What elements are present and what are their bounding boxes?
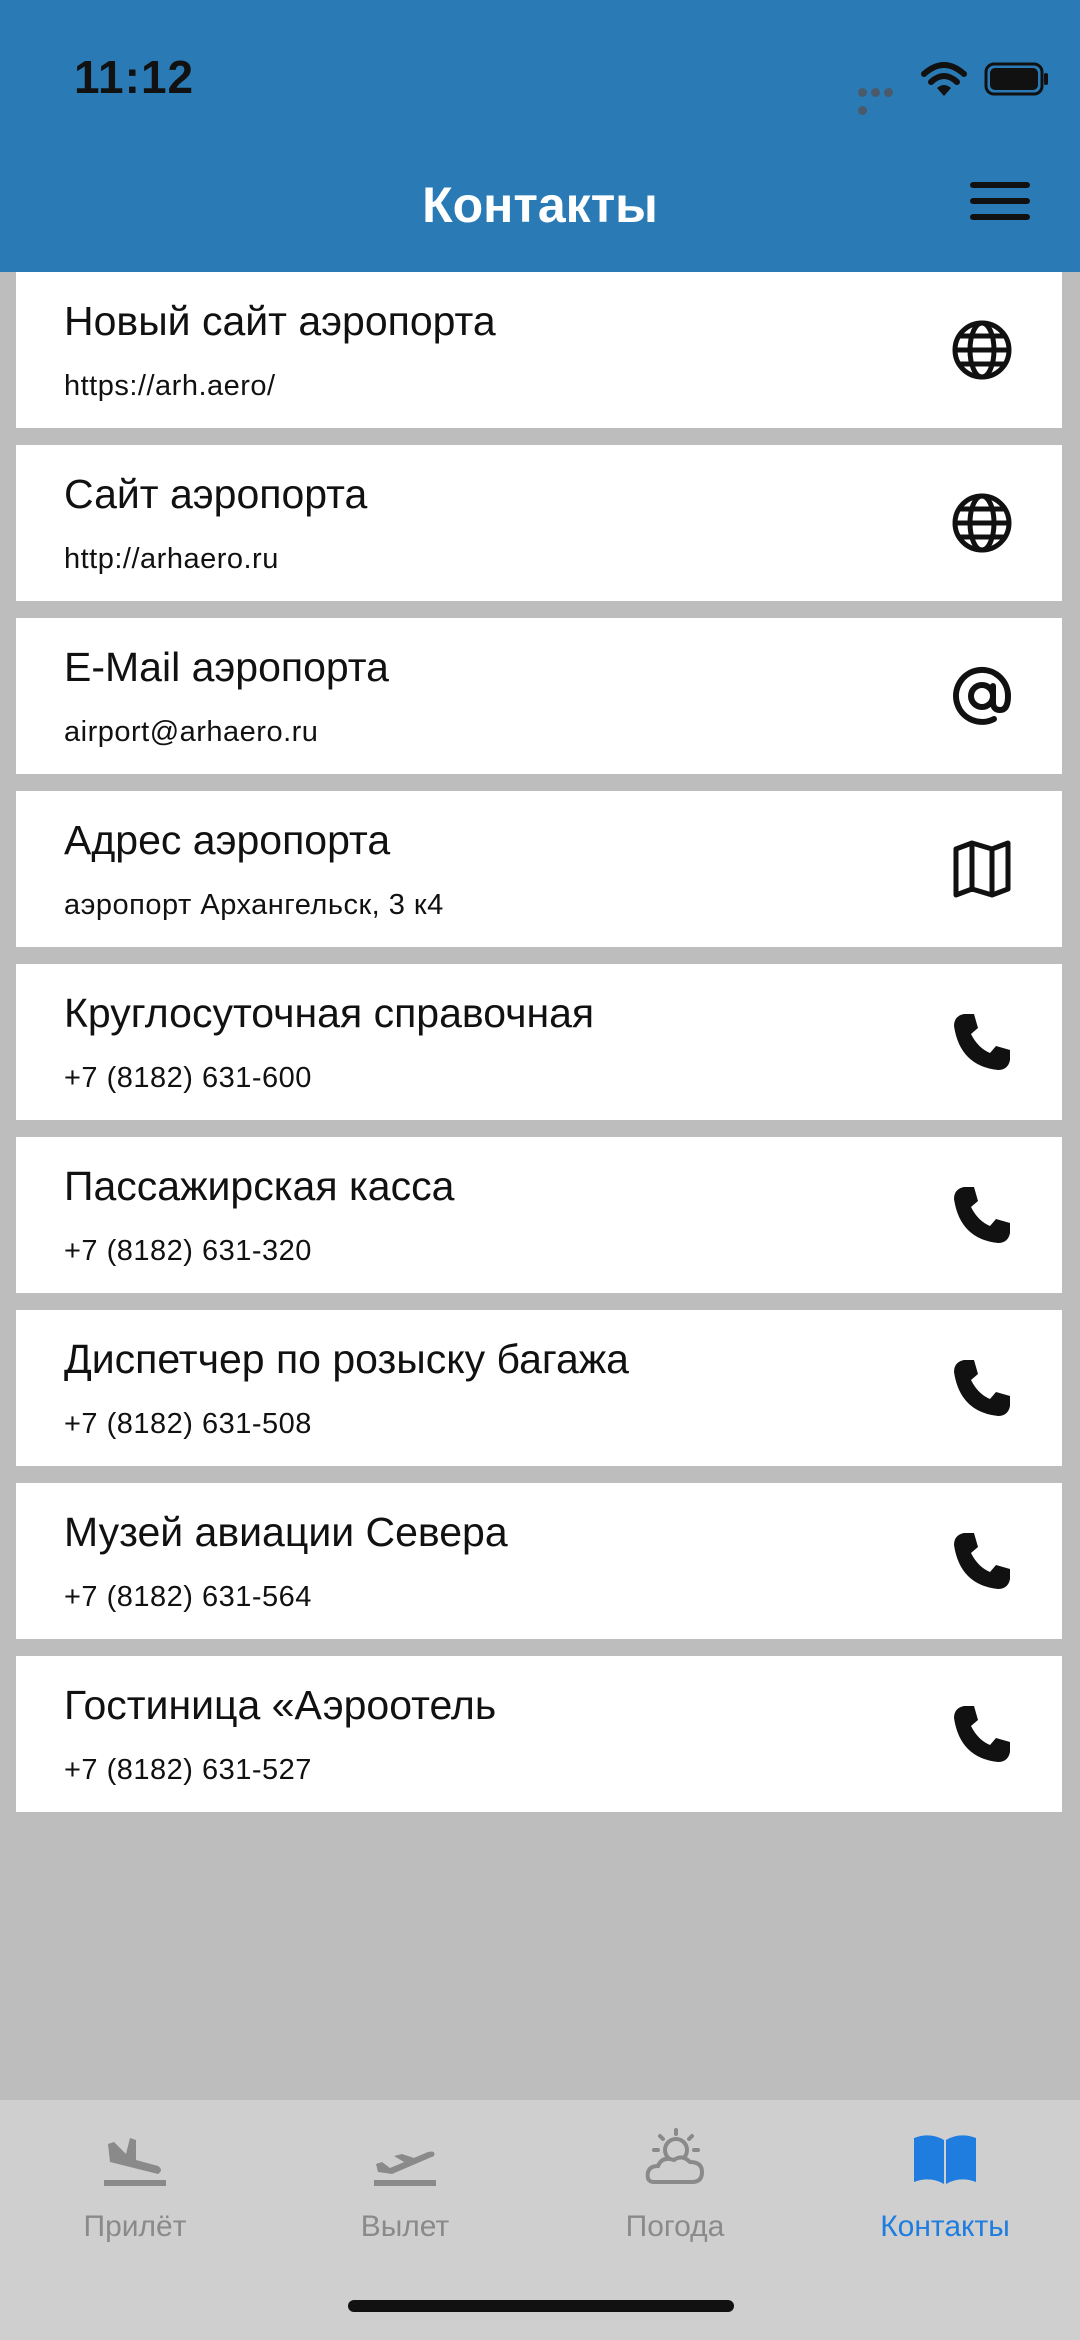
contact-item[interactable]: Музей авиации Севера +7 (8182) 631-564 bbox=[16, 1483, 1062, 1639]
tab-label: Вылет bbox=[360, 2210, 450, 2243]
contact-subtitle: https://arh.aero/ bbox=[64, 370, 276, 402]
plane-arrival-icon bbox=[104, 2138, 166, 2186]
phone-icon bbox=[954, 1187, 1010, 1243]
contact-item[interactable]: Диспетчер по розыску багажа +7 (8182) 63… bbox=[16, 1310, 1062, 1466]
contact-title: Круглосуточная справочная bbox=[64, 990, 595, 1036]
contact-item[interactable]: Круглосуточная справочная +7 (8182) 631-… bbox=[16, 964, 1062, 1120]
phone-icon bbox=[954, 1360, 1010, 1416]
contact-subtitle: +7 (8182) 631-527 bbox=[64, 1754, 312, 1786]
contact-title: E-Mail аэропорта bbox=[64, 644, 389, 690]
contact-title: Новый сайт аэропорта bbox=[64, 298, 496, 344]
contact-item[interactable]: Новый сайт аэропорта https://arh.aero/ bbox=[16, 272, 1062, 428]
page-title: Контакты bbox=[422, 177, 658, 233]
contact-subtitle: +7 (8182) 631-320 bbox=[64, 1235, 312, 1267]
contact-item[interactable]: E-Mail аэропорта airport@arhaero.ru bbox=[16, 618, 1062, 774]
contact-subtitle: +7 (8182) 631-508 bbox=[64, 1408, 312, 1440]
globe-icon bbox=[952, 493, 1012, 553]
book-icon bbox=[914, 2135, 976, 2184]
phone-icon bbox=[954, 1706, 1010, 1762]
globe-icon bbox=[952, 320, 1012, 380]
tab-contacts[interactable]: Контакты bbox=[810, 2124, 1080, 2274]
contact-title: Пассажирская касса bbox=[64, 1163, 455, 1209]
menu-button[interactable] bbox=[970, 182, 1030, 228]
map-icon bbox=[953, 840, 1011, 898]
phone-icon bbox=[954, 1014, 1010, 1070]
contact-subtitle: +7 (8182) 631-564 bbox=[64, 1581, 312, 1613]
tab-weather[interactable]: Погода bbox=[540, 2124, 810, 2274]
contact-title: Музей авиации Севера bbox=[64, 1509, 508, 1555]
contact-item[interactable]: Адрес аэропорта аэропорт Архангельск, 3 … bbox=[16, 791, 1062, 947]
contact-item[interactable]: Пассажирская касса +7 (8182) 631-320 bbox=[16, 1137, 1062, 1293]
signal-icon bbox=[858, 84, 908, 115]
home-indicator[interactable] bbox=[348, 2300, 734, 2312]
contact-item[interactable]: Сайт аэропорта http://arhaero.ru bbox=[16, 445, 1062, 601]
at-icon bbox=[953, 666, 1012, 725]
contact-subtitle: airport@arhaero.ru bbox=[64, 716, 319, 748]
plane-departure-icon bbox=[374, 2151, 436, 2186]
contact-subtitle: аэропорт Архангельск, 3 к4 bbox=[64, 889, 444, 921]
header: 11:12 Контакты bbox=[0, 0, 1080, 272]
contact-item[interactable]: Гостиница «Аэроотель +7 (8182) 631-527 bbox=[16, 1656, 1062, 1812]
tab-label: Контакты bbox=[880, 2210, 1010, 2243]
contact-subtitle: +7 (8182) 631-600 bbox=[64, 1062, 312, 1094]
contact-subtitle: http://arhaero.ru bbox=[64, 543, 279, 575]
phone-icon bbox=[954, 1533, 1010, 1589]
contact-title: Сайт аэропорта bbox=[64, 471, 368, 517]
contact-title: Гостиница «Аэроотель bbox=[64, 1682, 497, 1728]
status-time: 11:12 bbox=[74, 51, 195, 103]
wifi-icon bbox=[921, 62, 967, 96]
contacts-list: Новый сайт аэропорта https://arh.aero/ С… bbox=[16, 272, 1062, 1829]
contact-title: Адрес аэропорта bbox=[64, 817, 391, 863]
weather-icon bbox=[645, 2128, 705, 2184]
contact-title: Диспетчер по розыску багажа bbox=[64, 1336, 629, 1382]
tab-arrivals[interactable]: Прилёт bbox=[0, 2124, 270, 2274]
battery-icon bbox=[984, 62, 1048, 96]
tab-label: Погода bbox=[625, 2210, 725, 2243]
tab-departures[interactable]: Вылет bbox=[270, 2124, 540, 2274]
tab-label: Прилёт bbox=[83, 2210, 187, 2243]
